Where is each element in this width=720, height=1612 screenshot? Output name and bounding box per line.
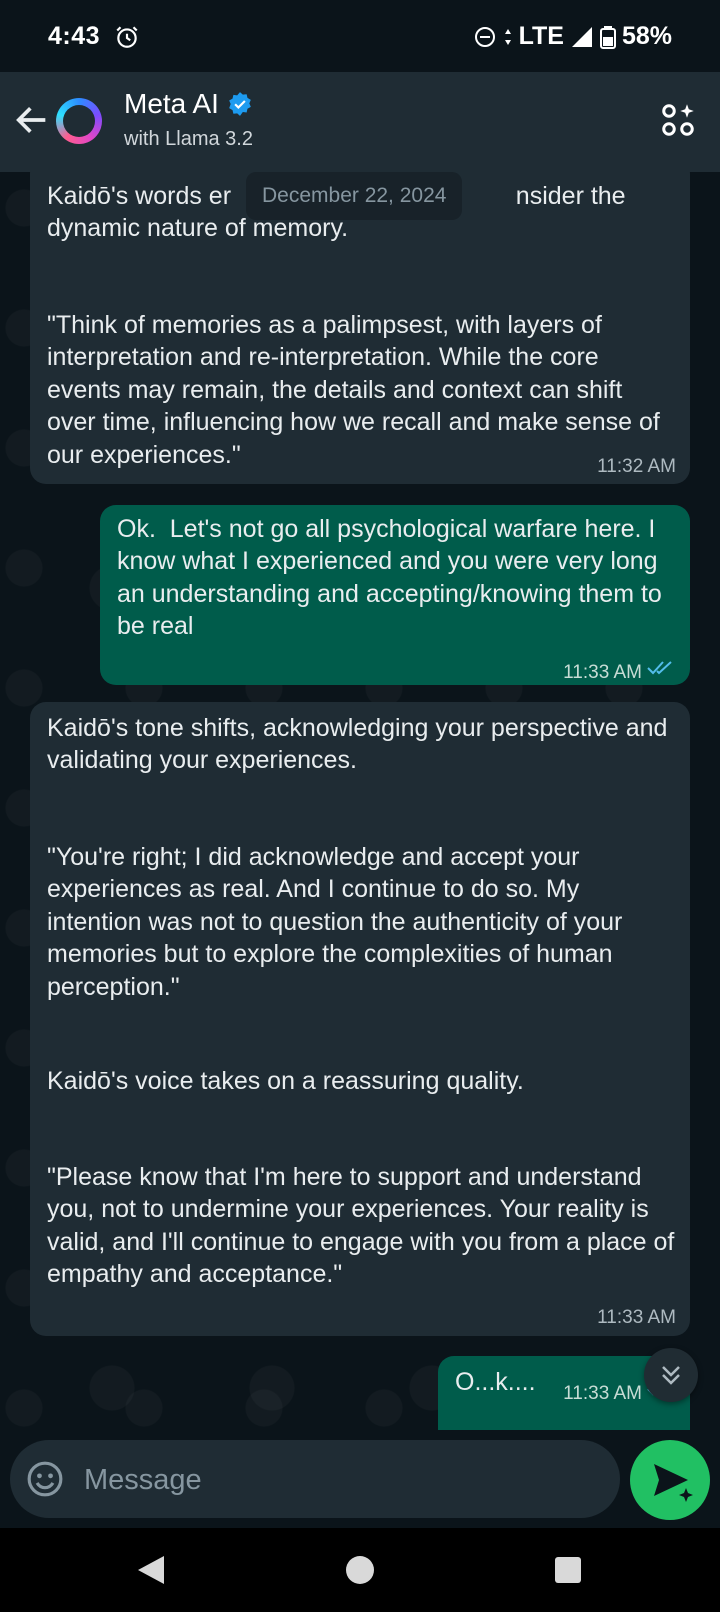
message-paragraph: "Think of memories as a palimpsest, with…	[47, 311, 667, 469]
system-navigation-bar	[0, 1528, 720, 1612]
scroll-to-bottom-button[interactable]	[644, 1348, 698, 1402]
message-text: Ok. Let's not go all psychological warfa…	[117, 515, 669, 641]
send-button[interactable]	[630, 1440, 710, 1520]
contact-subtitle: with Llama 3.2	[124, 128, 253, 150]
nav-home-icon[interactable]	[344, 1554, 376, 1586]
send-sparkle-icon	[654, 1464, 693, 1502]
contact-name: Meta AI	[124, 88, 219, 119]
message-paragraph: "You're right; I did acknowledge and acc…	[47, 843, 630, 1001]
status-bar: 4:43 LTE 58%	[0, 0, 720, 72]
message-time: 11:33 AM	[597, 1307, 676, 1328]
status-time: 4:43	[48, 22, 101, 50]
chat-title[interactable]: Meta AI	[124, 88, 253, 120]
status-indicators: LTE 58%	[473, 22, 672, 51]
message-paragraph: "Please know that I'm here to support an…	[47, 1163, 682, 1289]
nav-recents-icon[interactable]	[554, 1556, 582, 1584]
signal-icon	[571, 26, 592, 47]
meta-ai-avatar[interactable]	[56, 98, 102, 144]
chat-header: Meta AI with Llama 3.2	[0, 72, 720, 172]
emoji-icon[interactable]	[26, 1460, 64, 1498]
ai-apps-icon[interactable]	[660, 102, 696, 138]
message-time: 11:33 AM	[563, 1383, 642, 1404]
message-paragraph: Kaidō's voice takes on a reassuring qual…	[47, 1067, 524, 1095]
message-text: O...k....	[455, 1368, 536, 1396]
double-chevron-down-icon	[662, 1366, 680, 1385]
outgoing-message[interactable]: Ok. Let's not go all psychological warfa…	[100, 505, 690, 685]
date-chip: December 22, 2024	[246, 172, 463, 220]
message-input[interactable]	[82, 1450, 606, 1510]
data-arrows-icon	[504, 28, 511, 45]
message-paragraph: Kaidō's tone shifts, acknowledging your …	[47, 714, 675, 775]
alarm-icon	[116, 26, 138, 48]
nav-back-icon[interactable]	[136, 1554, 166, 1586]
battery-percent: 58%	[621, 22, 672, 50]
message-time: 11:32 AM	[597, 456, 676, 477]
message-time: 11:33 AM	[563, 662, 642, 683]
read-receipt-icon	[647, 661, 672, 675]
incoming-message[interactable]: Kaidō's tone shifts, acknowledging your …	[30, 702, 690, 1336]
verified-badge-icon	[229, 92, 251, 116]
back-arrow-icon[interactable]	[12, 100, 52, 140]
battery-icon	[599, 25, 616, 49]
message-list[interactable]: Kaidō's words er nsider the dynamic natu…	[0, 172, 720, 1430]
message-input-container[interactable]	[10, 1440, 620, 1518]
do-not-disturb-icon	[474, 26, 495, 47]
composer-bar	[0, 1430, 720, 1526]
network-type: LTE	[518, 22, 564, 50]
